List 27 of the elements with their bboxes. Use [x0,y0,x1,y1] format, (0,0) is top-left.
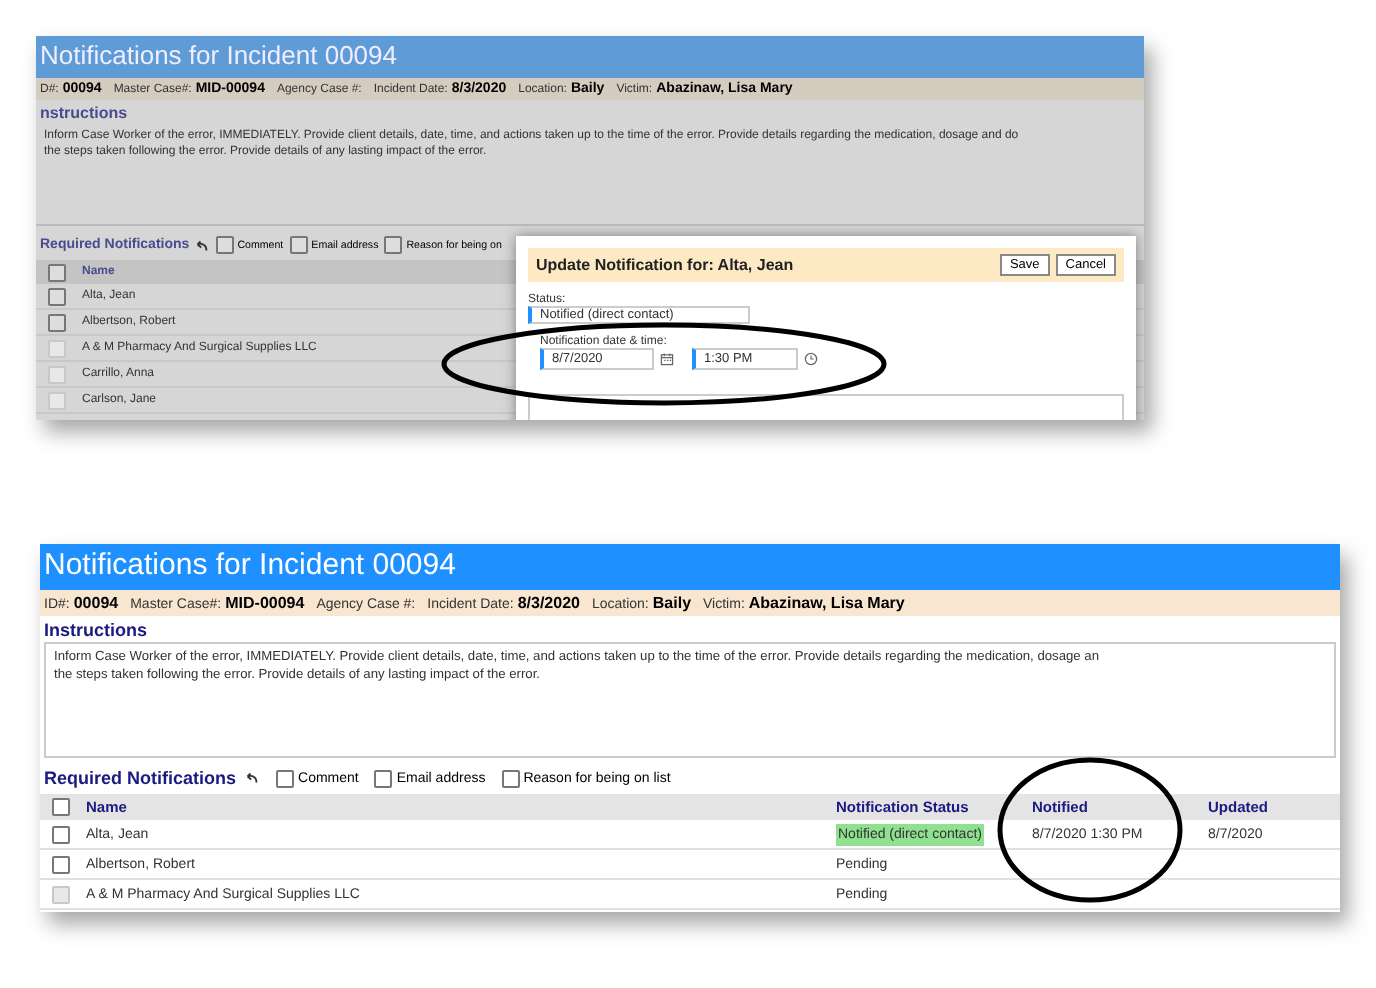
info-value: 00094 [73,594,119,612]
dialog-title: Update Notification for: Alta, Jean [536,256,796,274]
row-checkbox[interactable] [48,287,66,305]
option-checkbox[interactable] [215,236,234,254]
option-checkbox[interactable] [374,769,393,787]
row-checkbox[interactable] [52,855,70,873]
select-all-checkbox[interactable] [52,798,70,816]
row-checkbox[interactable] [48,313,66,331]
info-value: Baily [652,594,692,612]
info-value: Abazinaw, Lisa Mary [748,594,905,612]
row-checkbox[interactable] [52,825,70,843]
instructions-heading: nstructions [38,102,130,124]
clock-icon[interactable] [804,352,818,366]
page-title: Notifications for Incident 00094 [36,36,1144,78]
option-checkbox[interactable] [276,769,295,787]
undo-icon[interactable] [193,239,210,251]
select-all-checkbox[interactable] [48,263,66,281]
option-checkbox[interactable] [501,769,520,787]
info-value: MID-00094 [225,594,305,612]
undo-icon[interactable] [244,772,261,784]
instructions-heading: Instructions [42,618,150,642]
calendar-icon[interactable] [660,352,674,366]
option-checkbox[interactable] [384,236,403,254]
option-checkbox[interactable] [289,236,308,254]
page-title: Notifications for Incident 00094 [40,544,1340,590]
info-value: 8/3/2020 [517,594,580,612]
section-title: Required Notifications [44,768,237,788]
